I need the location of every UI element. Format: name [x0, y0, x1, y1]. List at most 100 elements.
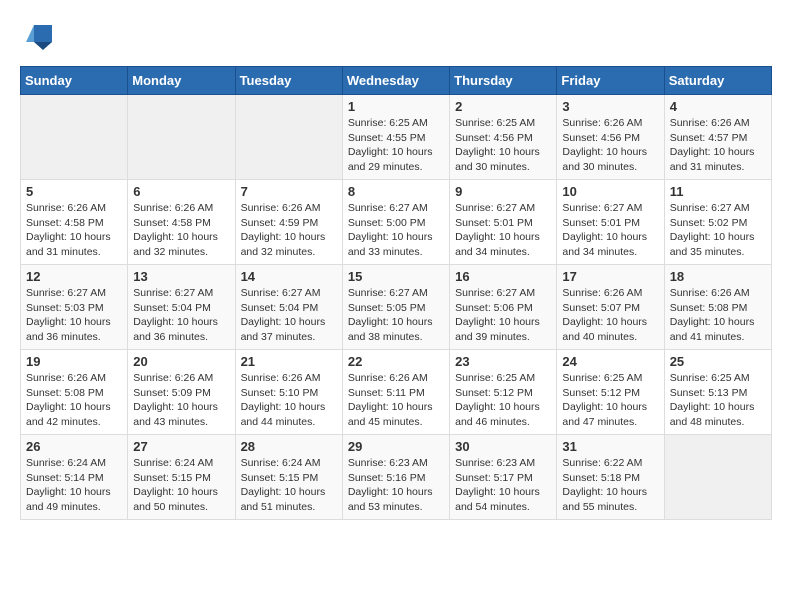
day-info: Sunrise: 6:26 AMSunset: 5:07 PMDaylight:…	[562, 286, 658, 345]
calendar-cell: 12 Sunrise: 6:27 AMSunset: 5:03 PMDayligh…	[21, 265, 128, 350]
calendar-cell: 14 Sunrise: 6:27 AMSunset: 5:04 PMDayligh…	[235, 265, 342, 350]
day-number: 2	[455, 99, 551, 114]
day-number: 29	[348, 439, 444, 454]
day-number: 1	[348, 99, 444, 114]
weekday-header-thursday: Thursday	[450, 67, 557, 95]
calendar-cell	[21, 95, 128, 180]
day-number: 20	[133, 354, 229, 369]
day-number: 21	[241, 354, 337, 369]
weekday-header-monday: Monday	[128, 67, 235, 95]
calendar-cell: 25 Sunrise: 6:25 AMSunset: 5:13 PMDayligh…	[664, 350, 771, 435]
day-info: Sunrise: 6:27 AMSunset: 5:00 PMDaylight:…	[348, 201, 444, 260]
weekday-header-tuesday: Tuesday	[235, 67, 342, 95]
day-info: Sunrise: 6:27 AMSunset: 5:01 PMDaylight:…	[455, 201, 551, 260]
calendar-week-3: 12 Sunrise: 6:27 AMSunset: 5:03 PMDayligh…	[21, 265, 772, 350]
calendar-cell: 9 Sunrise: 6:27 AMSunset: 5:01 PMDaylight…	[450, 180, 557, 265]
day-number: 11	[670, 184, 766, 199]
day-info: Sunrise: 6:25 AMSunset: 4:55 PMDaylight:…	[348, 116, 444, 175]
calendar-cell: 7Sunrise: 6:26 AMSunset: 4:59 PMDaylight…	[235, 180, 342, 265]
calendar-week-5: 26Sunrise: 6:24 AMSunset: 5:14 PMDayligh…	[21, 435, 772, 520]
calendar-cell: 2 Sunrise: 6:25 AMSunset: 4:56 PMDaylight…	[450, 95, 557, 180]
calendar-week-4: 19 Sunrise: 6:26 AMSunset: 5:08 PMDayligh…	[21, 350, 772, 435]
calendar-week-2: 5 Sunrise: 6:26 AMSunset: 4:58 PMDaylight…	[21, 180, 772, 265]
day-number: 27	[133, 439, 229, 454]
day-info: Sunrise: 6:26 AMSunset: 4:58 PMDaylight:…	[133, 201, 229, 260]
day-info: Sunrise: 6:26 AMSunset: 4:56 PMDaylight:…	[562, 116, 658, 175]
day-info: Sunrise: 6:27 AMSunset: 5:01 PMDaylight:…	[562, 201, 658, 260]
calendar-cell: 17 Sunrise: 6:26 AMSunset: 5:07 PMDayligh…	[557, 265, 664, 350]
day-info: Sunrise: 6:24 AMSunset: 5:15 PMDaylight:…	[133, 456, 229, 515]
day-info: Sunrise: 6:23 AMSunset: 5:17 PMDaylight:…	[455, 456, 551, 515]
day-number: 13	[133, 269, 229, 284]
calendar-cell: 6 Sunrise: 6:26 AMSunset: 4:58 PMDaylight…	[128, 180, 235, 265]
day-info: Sunrise: 6:22 AMSunset: 5:18 PMDaylight:…	[562, 456, 658, 515]
day-number: 18	[670, 269, 766, 284]
day-info: Sunrise: 6:26 AMSunset: 5:08 PMDaylight:…	[670, 286, 766, 345]
day-info: Sunrise: 6:25 AMSunset: 5:12 PMDaylight:…	[562, 371, 658, 430]
calendar-cell	[664, 435, 771, 520]
weekday-header-sunday: Sunday	[21, 67, 128, 95]
day-info: Sunrise: 6:25 AMSunset: 4:56 PMDaylight:…	[455, 116, 551, 175]
day-number: 12	[26, 269, 122, 284]
day-info: Sunrise: 6:27 AMSunset: 5:05 PMDaylight:…	[348, 286, 444, 345]
day-number: 7	[241, 184, 337, 199]
calendar-cell: 4 Sunrise: 6:26 AMSunset: 4:57 PMDaylight…	[664, 95, 771, 180]
calendar-cell: 5Sunrise: 6:26 AMSunset: 4:58 PMDaylight…	[21, 180, 128, 265]
day-number: 10	[562, 184, 658, 199]
day-number: 24	[562, 354, 658, 369]
day-number: 3	[562, 99, 658, 114]
day-info: Sunrise: 6:27 AMSunset: 5:04 PMDaylight:…	[133, 286, 229, 345]
calendar-cell: 10 Sunrise: 6:27 AMSunset: 5:01 PMDayligh…	[557, 180, 664, 265]
day-number: 9	[455, 184, 551, 199]
day-info: Sunrise: 6:25 AMSunset: 5:12 PMDaylight:…	[455, 371, 551, 430]
day-number: 15	[348, 269, 444, 284]
calendar-cell: 3 Sunrise: 6:26 AMSunset: 4:56 PMDaylight…	[557, 95, 664, 180]
day-info: Sunrise: 6:27 AMSunset: 5:04 PMDaylight:…	[241, 286, 337, 345]
weekday-header-saturday: Saturday	[664, 67, 771, 95]
day-info: Sunrise: 6:25 AMSunset: 5:13 PMDaylight:…	[670, 371, 766, 430]
calendar-cell: 27 Sunrise: 6:24 AMSunset: 5:15 PMDayligh…	[128, 435, 235, 520]
day-number: 14	[241, 269, 337, 284]
weekday-header-row: SundayMondayTuesdayWednesdayThursdayFrid…	[21, 67, 772, 95]
calendar-cell: 18 Sunrise: 6:26 AMSunset: 5:08 PMDayligh…	[664, 265, 771, 350]
calendar-cell: 1 Sunrise: 6:25 AMSunset: 4:55 PMDaylight…	[342, 95, 449, 180]
calendar-cell: 31Sunrise: 6:22 AMSunset: 5:18 PMDayligh…	[557, 435, 664, 520]
calendar-cell: 26Sunrise: 6:24 AMSunset: 5:14 PMDayligh…	[21, 435, 128, 520]
day-number: 4	[670, 99, 766, 114]
weekday-header-wednesday: Wednesday	[342, 67, 449, 95]
day-number: 23	[455, 354, 551, 369]
calendar-cell: 13 Sunrise: 6:27 AMSunset: 5:04 PMDayligh…	[128, 265, 235, 350]
day-number: 26	[26, 439, 122, 454]
day-number: 5	[26, 184, 122, 199]
day-info: Sunrise: 6:24 AMSunset: 5:15 PMDaylight:…	[241, 456, 337, 515]
calendar-cell	[128, 95, 235, 180]
day-info: Sunrise: 6:23 AMSunset: 5:16 PMDaylight:…	[348, 456, 444, 515]
day-number: 22	[348, 354, 444, 369]
day-info: Sunrise: 6:26 AMSunset: 5:10 PMDaylight:…	[241, 371, 337, 430]
day-number: 16	[455, 269, 551, 284]
calendar-cell: 30 Sunrise: 6:23 AMSunset: 5:17 PMDayligh…	[450, 435, 557, 520]
day-number: 30	[455, 439, 551, 454]
page-header	[20, 20, 772, 50]
day-info: Sunrise: 6:27 AMSunset: 5:06 PMDaylight:…	[455, 286, 551, 345]
logo-icon	[24, 20, 54, 50]
calendar-cell: 16 Sunrise: 6:27 AMSunset: 5:06 PMDayligh…	[450, 265, 557, 350]
calendar-cell: 11Sunrise: 6:27 AMSunset: 5:02 PMDayligh…	[664, 180, 771, 265]
calendar-cell: 29 Sunrise: 6:23 AMSunset: 5:16 PMDayligh…	[342, 435, 449, 520]
day-info: Sunrise: 6:26 AMSunset: 5:08 PMDaylight:…	[26, 371, 122, 430]
calendar-cell: 20 Sunrise: 6:26 AMSunset: 5:09 PMDayligh…	[128, 350, 235, 435]
day-number: 17	[562, 269, 658, 284]
day-info: Sunrise: 6:26 AMSunset: 4:57 PMDaylight:…	[670, 116, 766, 175]
calendar-cell: 23 Sunrise: 6:25 AMSunset: 5:12 PMDayligh…	[450, 350, 557, 435]
calendar-table: SundayMondayTuesdayWednesdayThursdayFrid…	[20, 66, 772, 520]
calendar-cell: 28Sunrise: 6:24 AMSunset: 5:15 PMDayligh…	[235, 435, 342, 520]
calendar-cell: 22Sunrise: 6:26 AMSunset: 5:11 PMDayligh…	[342, 350, 449, 435]
day-number: 25	[670, 354, 766, 369]
day-info: Sunrise: 6:27 AMSunset: 5:03 PMDaylight:…	[26, 286, 122, 345]
calendar-week-1: 1 Sunrise: 6:25 AMSunset: 4:55 PMDaylight…	[21, 95, 772, 180]
day-info: Sunrise: 6:26 AMSunset: 5:09 PMDaylight:…	[133, 371, 229, 430]
day-number: 6	[133, 184, 229, 199]
day-number: 19	[26, 354, 122, 369]
calendar-cell: 15 Sunrise: 6:27 AMSunset: 5:05 PMDayligh…	[342, 265, 449, 350]
calendar-cell: 21 Sunrise: 6:26 AMSunset: 5:10 PMDayligh…	[235, 350, 342, 435]
